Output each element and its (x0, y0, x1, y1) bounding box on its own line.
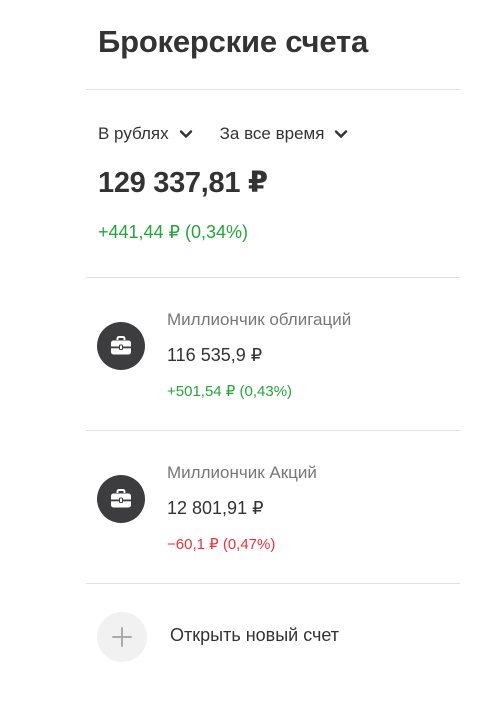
account-item[interactable]: Миллиончик облигаций 116 535,9 ₽ +501,54… (86, 300, 460, 430)
chevron-down-icon (178, 126, 194, 142)
briefcase-icon (97, 322, 145, 370)
currency-filter-dropdown[interactable]: В рублях (98, 124, 194, 144)
divider-summary (86, 277, 460, 278)
plus-icon (97, 612, 147, 662)
account-change: +501,54 ₽ (0,43%) (167, 383, 293, 400)
filters-row: В рублях За все время (98, 124, 349, 144)
divider-top (86, 89, 460, 90)
briefcase-icon (97, 475, 145, 523)
chevron-down-icon (333, 126, 349, 142)
account-item[interactable]: Миллиончик Акций 12 801,91 ₽ −60,1 ₽ (0,… (86, 453, 460, 583)
portfolio-total-change: +441,44 ₽ (0,34%) (98, 222, 249, 242)
account-value: 116 535,9 ₽ (167, 345, 263, 365)
page-title: Брокерские счета (98, 24, 369, 59)
account-name: Миллиончик облигаций (167, 310, 352, 329)
portfolio-total-value: 129 337,81 ₽ (98, 167, 268, 199)
account-value: 12 801,91 ₽ (167, 498, 264, 518)
period-filter-label: За все время (219, 124, 325, 143)
divider-account-1 (86, 430, 460, 431)
open-account-button[interactable]: Открыть новый счет (86, 604, 460, 664)
account-change: −60,1 ₽ (0,47%) (167, 536, 276, 553)
open-account-label: Открыть новый счет (170, 625, 340, 645)
currency-filter-label: В рублях (98, 124, 169, 143)
divider-account-2 (86, 583, 460, 584)
account-name: Миллиончик Акций (167, 463, 317, 482)
period-filter-dropdown[interactable]: За все время (220, 124, 350, 144)
